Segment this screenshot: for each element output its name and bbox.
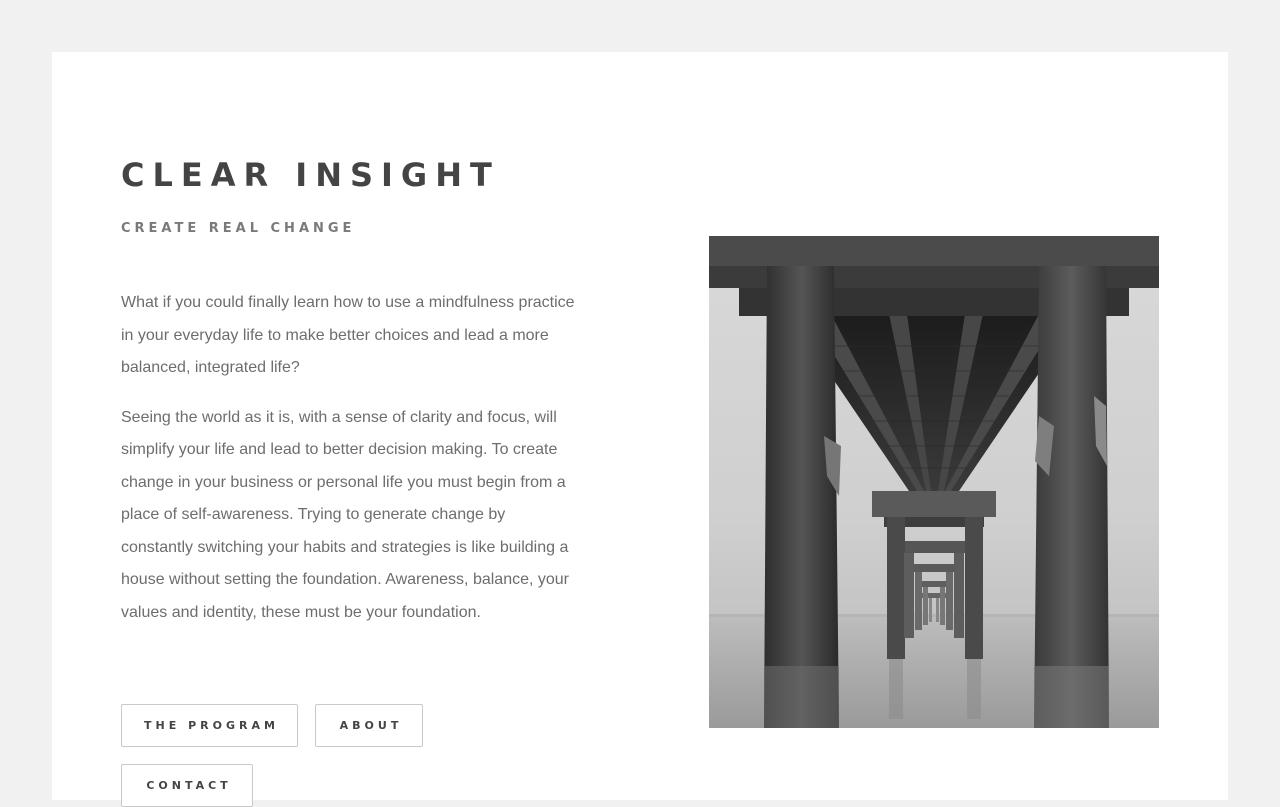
page-subtitle: CREATE REAL CHANGE	[121, 221, 356, 236]
intro-paragraph-2: Seeing the world as it is, with a sense …	[121, 408, 570, 621]
contact-button[interactable]: CONTACT	[121, 764, 253, 807]
content-card: CLEAR INSIGHT CREATE REAL CHANGE What if…	[52, 52, 1228, 807]
intro-text: What if you could finally learn how to u…	[121, 287, 581, 646]
the-program-button[interactable]: THE PROGRAM	[121, 704, 298, 747]
pier-photo	[709, 236, 1159, 728]
intro-paragraph-1: What if you could finally learn how to u…	[121, 294, 575, 376]
about-button[interactable]: ABOUT	[315, 704, 423, 747]
page-title: CLEAR INSIGHT	[121, 156, 500, 194]
